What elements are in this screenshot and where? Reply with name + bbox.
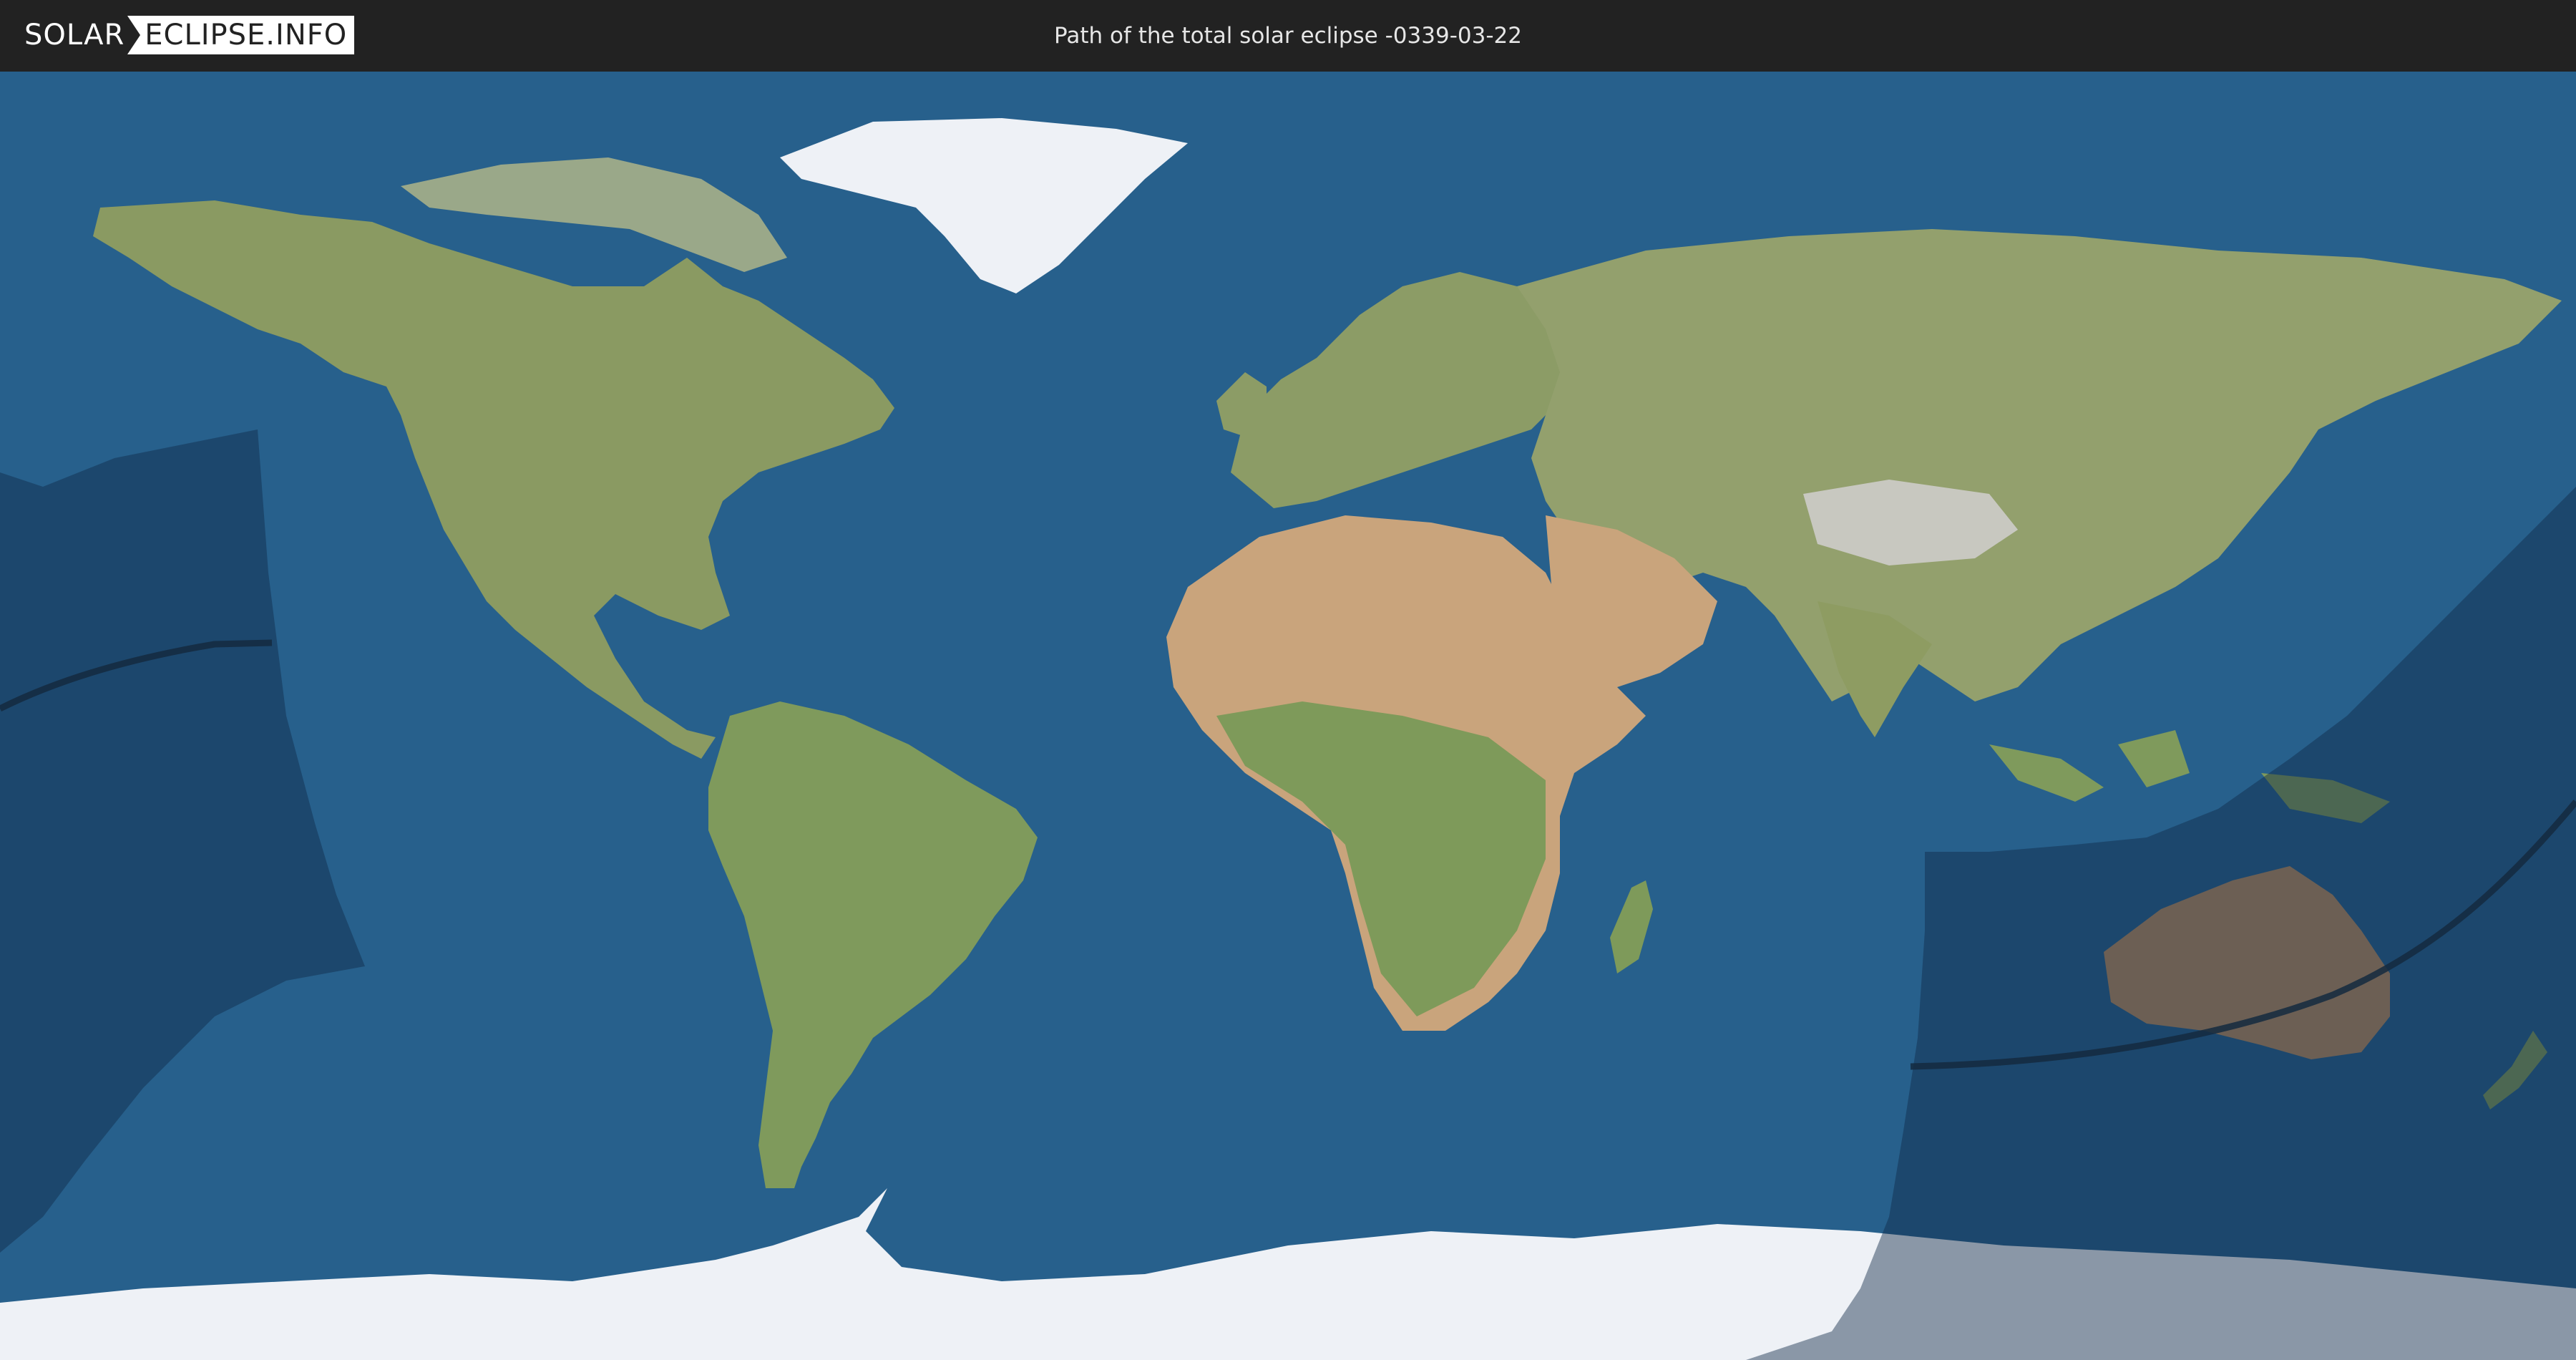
page-title: Path of the total solar eclipse -0339-03… <box>1054 23 1522 49</box>
world-map[interactable] <box>0 72 2576 1360</box>
header-bar: SOLAR ECLIPSE.INFO Path of the total sol… <box>0 0 2576 72</box>
